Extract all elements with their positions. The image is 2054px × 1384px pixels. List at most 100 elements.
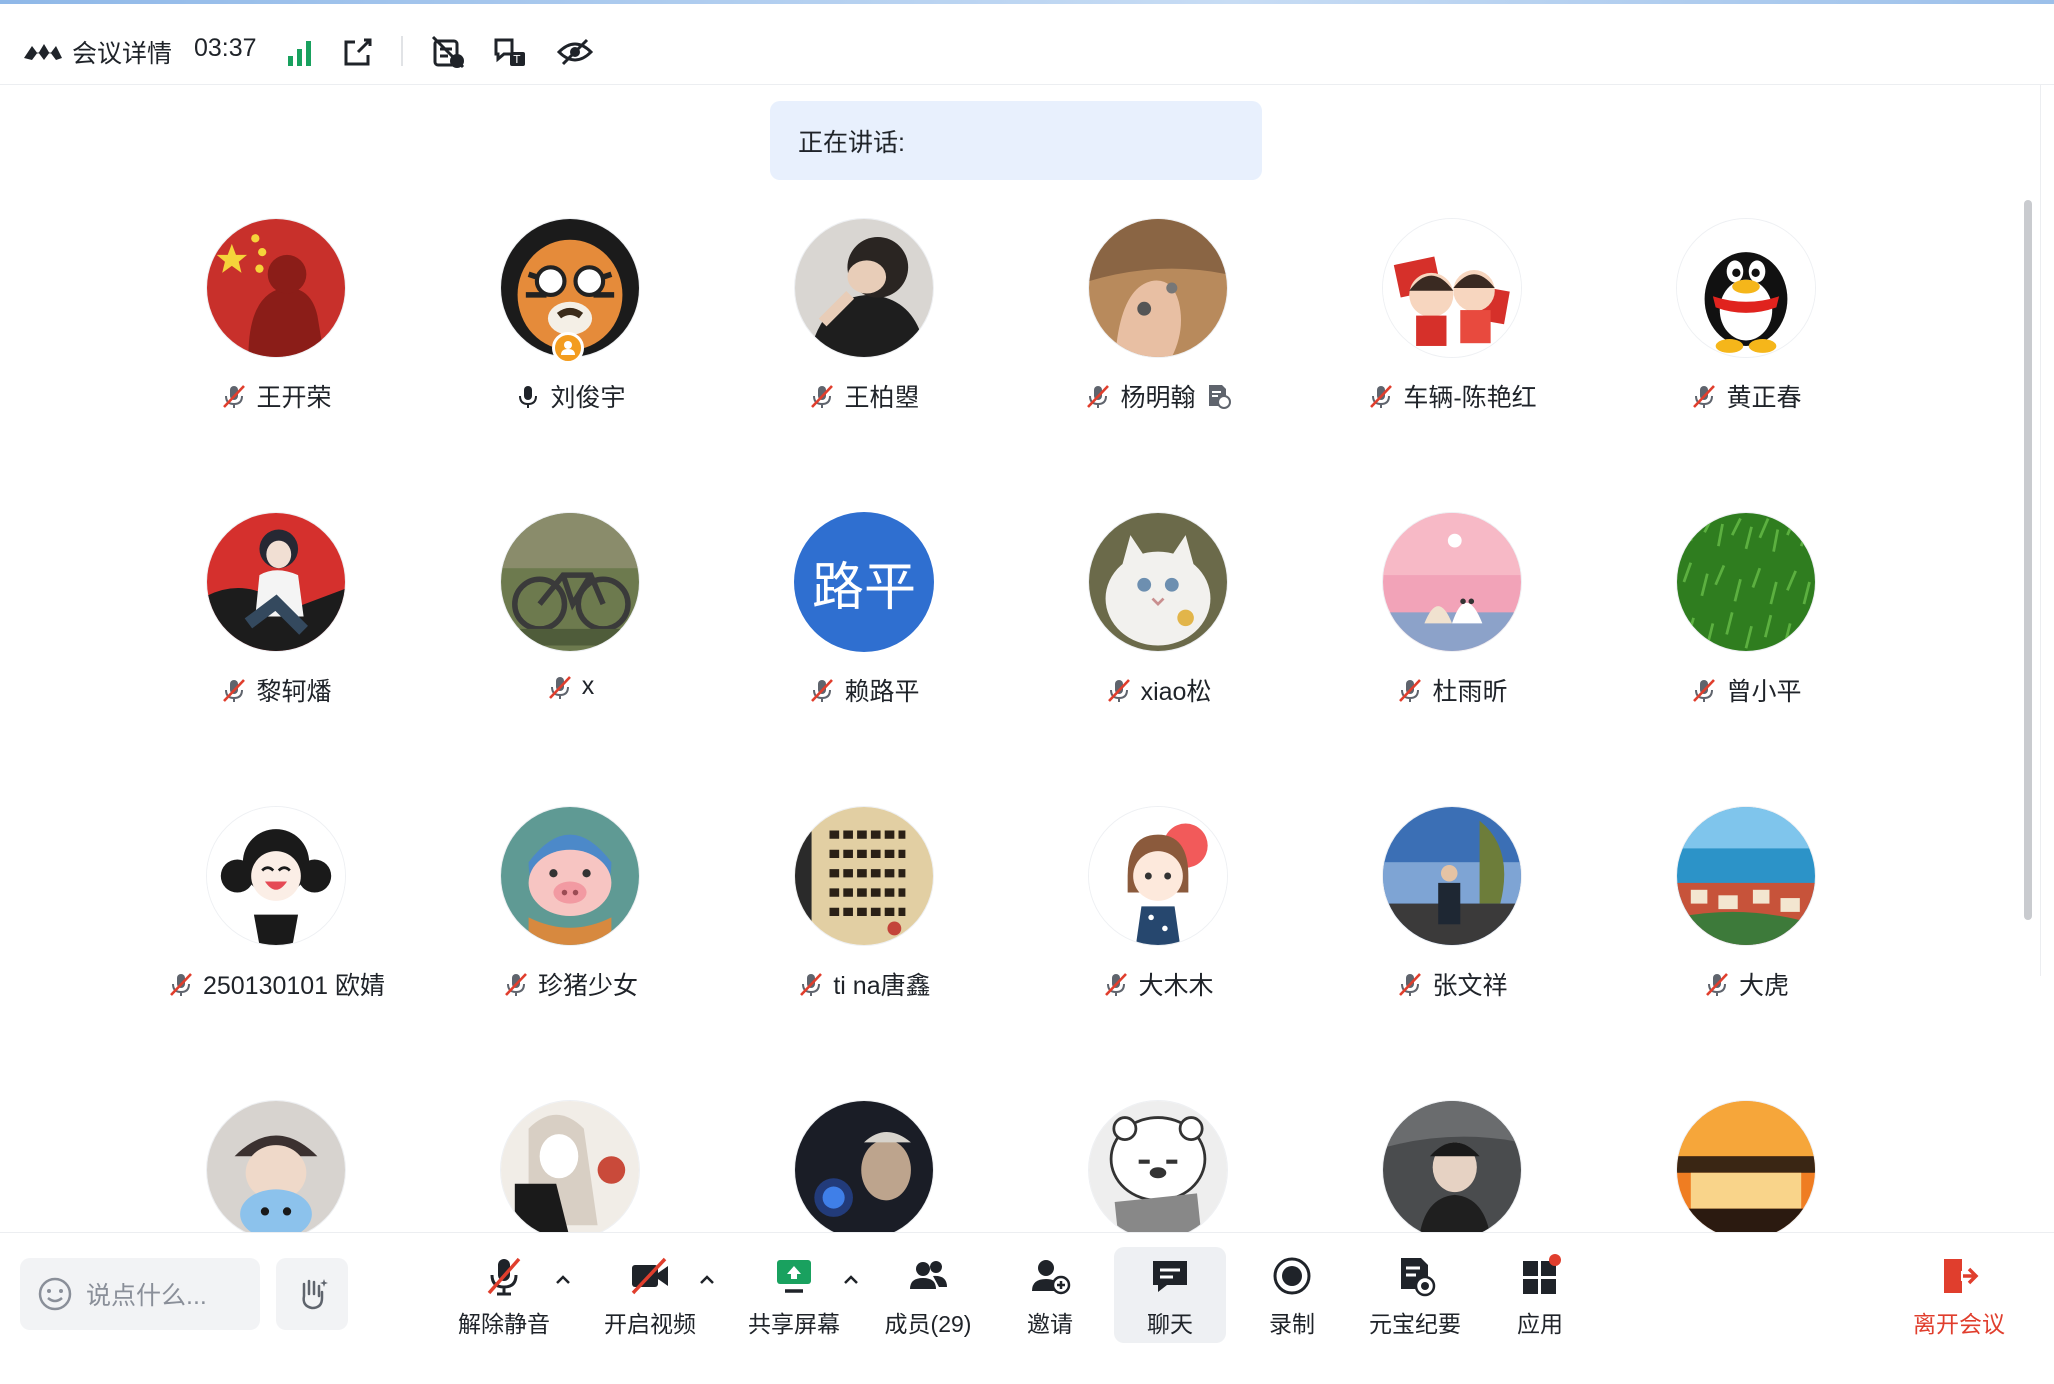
mic-icon xyxy=(519,386,538,408)
avatar[interactable] xyxy=(1382,512,1522,652)
mic-muted-icon xyxy=(1399,973,1422,996)
avatar[interactable] xyxy=(206,512,346,652)
avatar[interactable] xyxy=(500,512,640,652)
participant-tile[interactable]: 车辆-陈艳红 xyxy=(1304,206,1600,502)
mic-muted-icon xyxy=(1706,973,1728,996)
avatar[interactable] xyxy=(1088,218,1228,358)
avatar[interactable] xyxy=(500,806,640,946)
participant-name-row: 250130101 欧婧 xyxy=(128,966,424,1002)
participant-tile[interactable]: 路平赖路平 xyxy=(716,500,1012,796)
meeting-details-link[interactable]: 会议详情 xyxy=(72,34,172,70)
mic-muted-icon xyxy=(487,1257,521,1296)
avatar[interactable] xyxy=(1088,1100,1228,1240)
record-icon xyxy=(1273,1257,1311,1295)
participant-name-row: 杜雨昕 xyxy=(1304,672,1600,708)
participant-tile[interactable]: 杜雨昕 xyxy=(1304,500,1600,796)
apps-button[interactable]: 应用 xyxy=(1498,1247,1582,1343)
participant-tile[interactable]: 曾小平 xyxy=(1598,500,1894,796)
avatar-image xyxy=(501,1101,639,1239)
participant-tile[interactable]: xiao松 xyxy=(1010,500,1306,796)
leave-meeting-button[interactable]: 离开会议 xyxy=(1900,1247,2018,1343)
participant-tile[interactable]: 大木木 xyxy=(1010,794,1306,1090)
avatar[interactable] xyxy=(206,806,346,946)
participant-tile[interactable]: 王柏曌 xyxy=(716,206,1012,502)
participant-name-row: 黄正春 xyxy=(1598,378,1894,414)
chat-placeholder: 说点什么... xyxy=(86,1282,207,1310)
participant-tile[interactable]: 大虎 xyxy=(1598,794,1894,1090)
record-button[interactable]: 录制 xyxy=(1252,1247,1332,1343)
participant-name: 刘俊宇 xyxy=(550,384,626,412)
add-user-icon xyxy=(1032,1260,1071,1295)
grid-scrollbar[interactable] xyxy=(2024,200,2032,920)
participant-tile[interactable]: 250130101 欧婧 xyxy=(128,794,424,1090)
translate-icon[interactable]: T xyxy=(490,32,530,72)
top-bar: 会议详情 03:37 T xyxy=(0,4,2054,85)
participant-name: 王开荣 xyxy=(256,384,332,412)
chevron-up-icon[interactable] xyxy=(698,1271,716,1289)
avatar[interactable] xyxy=(1676,218,1816,358)
share-screen-button[interactable]: 共享屏幕 xyxy=(742,1247,846,1343)
participant-tile[interactable]: 刘俊宇 xyxy=(422,206,718,502)
participant-name: 黎轲燔 xyxy=(256,678,332,706)
avatar-image xyxy=(1383,219,1521,357)
captions-off-icon[interactable] xyxy=(428,32,468,72)
signal-icon[interactable] xyxy=(280,32,320,72)
mic-muted-icon xyxy=(1370,385,1393,408)
emoji-icon[interactable] xyxy=(36,1275,74,1313)
popout-icon[interactable] xyxy=(338,32,378,72)
participant-name: 王柏曌 xyxy=(844,384,920,412)
avatar-image xyxy=(1383,513,1521,651)
participant-name: 珍猪少女 xyxy=(537,972,638,1000)
avatar-image xyxy=(1677,513,1815,651)
participant-tile[interactable]: 张文祥 xyxy=(1304,794,1600,1090)
avatar-image xyxy=(207,219,345,357)
participant-tile[interactable]: 珍猪少女 xyxy=(422,794,718,1090)
chevron-up-icon[interactable] xyxy=(554,1271,572,1289)
avatar[interactable]: 路平 xyxy=(794,512,934,652)
avatar[interactable] xyxy=(206,1100,346,1240)
avatar[interactable] xyxy=(1382,1100,1522,1240)
participant-tile[interactable]: 黎轲燔 xyxy=(128,500,424,796)
avatar[interactable] xyxy=(794,218,934,358)
mic-muted-icon xyxy=(1693,679,1716,702)
participant-name-row: 刘俊宇 xyxy=(422,378,718,414)
participant-name-row: 曾小平 xyxy=(1598,672,1894,708)
avatar[interactable] xyxy=(794,1100,934,1240)
avatar[interactable] xyxy=(794,806,934,946)
invite-button[interactable]: 邀请 xyxy=(1010,1247,1090,1343)
avatar[interactable] xyxy=(500,1100,640,1240)
participant-name: 赖路平 xyxy=(844,678,920,706)
avatar[interactable] xyxy=(1382,806,1522,946)
chevron-up-icon[interactable] xyxy=(842,1271,860,1289)
mic-muted-icon xyxy=(505,973,527,996)
avatar[interactable] xyxy=(1382,218,1522,358)
avatar[interactable] xyxy=(206,218,346,358)
chat-input[interactable]: 说点什么... xyxy=(20,1258,260,1330)
chat-button[interactable]: 聊天 xyxy=(1114,1247,1226,1343)
avatar[interactable] xyxy=(1088,512,1228,652)
unmute-button[interactable]: 解除静音 xyxy=(452,1247,556,1343)
avatar[interactable] xyxy=(1676,1100,1816,1240)
start-video-button[interactable]: 开启视频 xyxy=(598,1247,702,1343)
avatar[interactable] xyxy=(1676,512,1816,652)
apps-label: 应用 xyxy=(1517,1311,1563,1337)
leave-meeting-label: 离开会议 xyxy=(1913,1311,2005,1337)
mic-muted-icon xyxy=(811,679,834,702)
participant-tile[interactable]: 杨明翰 xyxy=(1010,206,1306,502)
hide-icon[interactable] xyxy=(555,32,595,72)
participant-tile[interactable]: 黄正春 xyxy=(1598,206,1894,502)
avatar[interactable] xyxy=(1676,806,1816,946)
exit-icon xyxy=(1944,1259,1979,1293)
host-badge-icon xyxy=(552,332,584,364)
raise-hand-button[interactable] xyxy=(276,1258,348,1330)
participant-tile[interactable]: 王开荣 xyxy=(128,206,424,502)
members-button[interactable]: 成员(29) xyxy=(878,1247,978,1343)
avatar-image xyxy=(1677,1101,1815,1239)
participant-tile[interactable]: ti na唐鑫 xyxy=(716,794,1012,1090)
avatar[interactable] xyxy=(1088,806,1228,946)
yuanbao-notes-button[interactable]: 元宝纪要 xyxy=(1360,1247,1470,1343)
mic-muted-icon xyxy=(223,679,246,702)
apps-grid-icon xyxy=(1523,1254,1561,1294)
mic-muted-icon xyxy=(1693,385,1716,408)
participant-tile[interactable]: x xyxy=(422,500,718,796)
